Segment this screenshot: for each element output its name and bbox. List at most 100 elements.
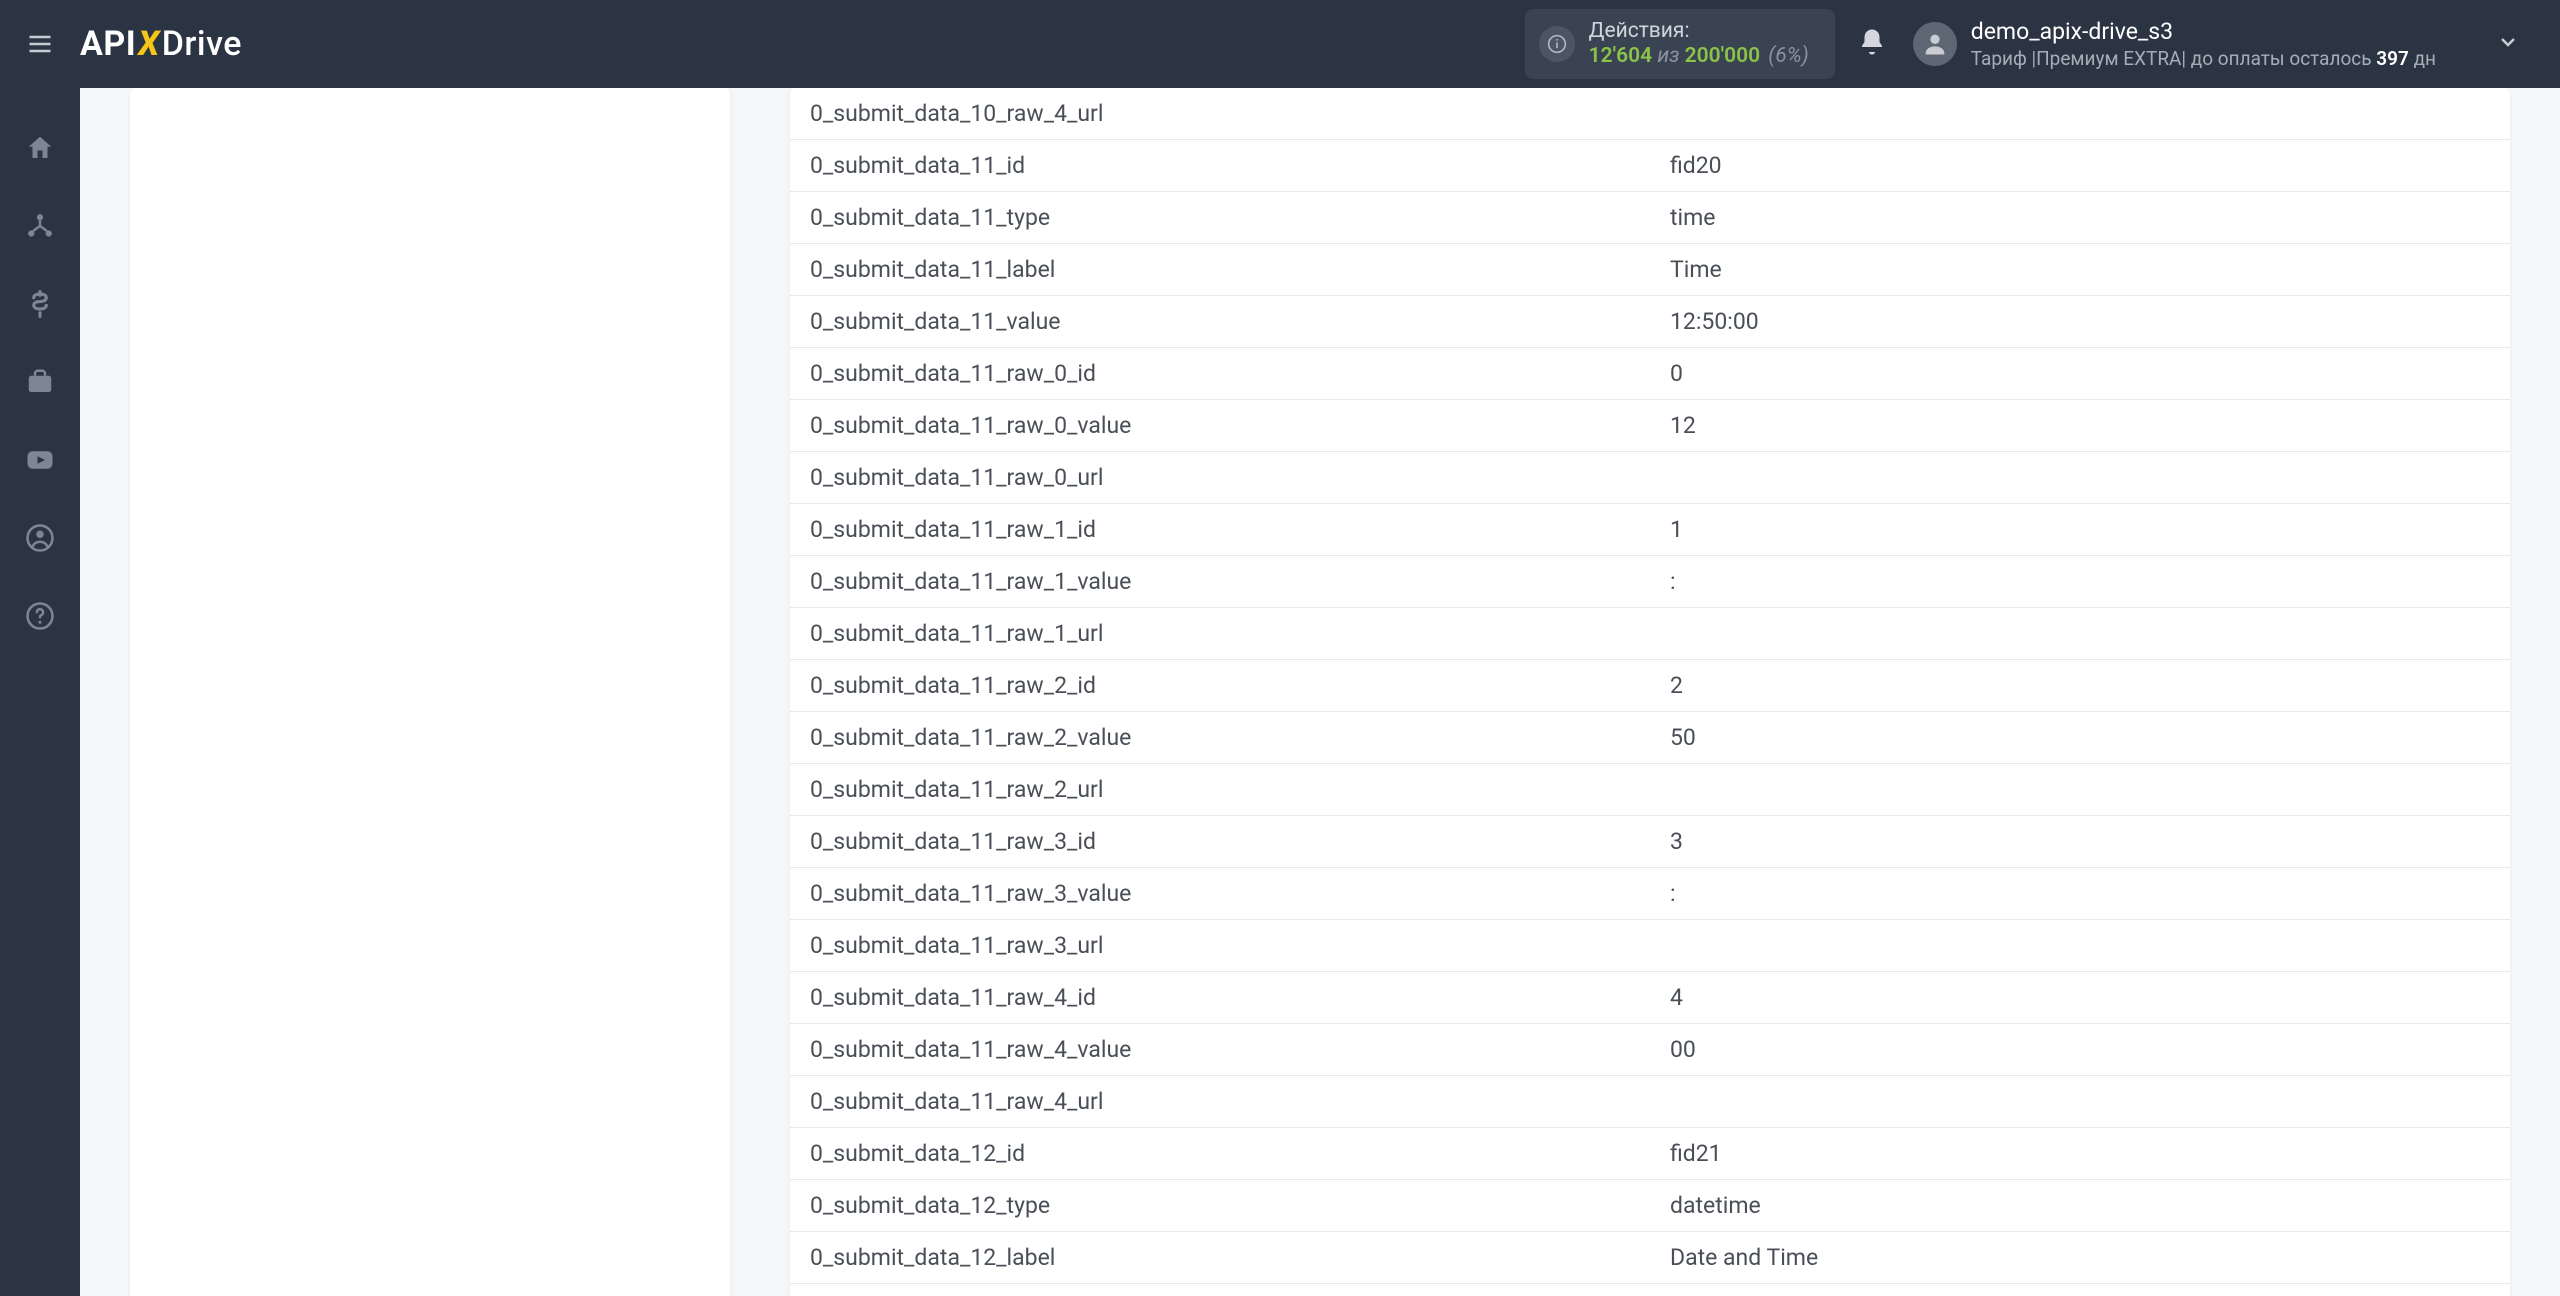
table-row: 0_submit_data_10_raw_4_url — [790, 88, 2510, 140]
table-row: 0_submit_data_11_raw_1_id1 — [790, 504, 2510, 556]
row-value: Date and Time — [1650, 1232, 2510, 1284]
sidebar-item-home[interactable] — [20, 128, 60, 168]
row-value: 50 — [1650, 712, 2510, 764]
row-value: fid21 — [1650, 1128, 2510, 1180]
actions-percent: (6%) — [1768, 44, 1808, 68]
row-value: datetime — [1650, 1180, 2510, 1232]
table-row: 0_submit_data_11_raw_1_url — [790, 608, 2510, 660]
row-value: 0 — [1650, 348, 2510, 400]
table-row: 0_submit_data_11_raw_0_id0 — [790, 348, 2510, 400]
table-row: 0_submit_data_11_idfid20 — [790, 140, 2510, 192]
row-value: 00 — [1650, 1024, 2510, 1076]
row-key: 0_submit_data_11_raw_0_value — [790, 400, 1650, 452]
sidebar-nav — [0, 88, 80, 1296]
row-key: 0_submit_data_11_raw_3_url — [790, 920, 1650, 972]
table-row: 0_submit_data_11_typetime — [790, 192, 2510, 244]
row-key: 0_submit_data_11_raw_0_url — [790, 452, 1650, 504]
info-icon — [1539, 26, 1575, 62]
row-value: : — [1650, 556, 2510, 608]
table-row: 0_submit_data_11_raw_2_id2 — [790, 660, 2510, 712]
row-key: 0_submit_data_11_raw_1_url — [790, 608, 1650, 660]
row-key: 0_submit_data_11_raw_4_value — [790, 1024, 1650, 1076]
actions-total: 200'000 — [1685, 44, 1760, 68]
user-tariff: Тариф |Премиум EXTRA| до оплаты осталось… — [1971, 47, 2436, 71]
actions-counter-box[interactable]: Действия: 12'604 из 200'000 (6%) — [1525, 9, 1835, 79]
sidebar-item-help[interactable] — [20, 596, 60, 636]
table-row: 0_submit_data_12_labelDate and Time — [790, 1232, 2510, 1284]
logo-text-drive: Drive — [162, 24, 242, 64]
sidebar-item-briefcase[interactable] — [20, 362, 60, 402]
user-name: demo_apix-drive_s3 — [1971, 18, 2436, 47]
table-row: 0_submit_data_11_raw_0_value12 — [790, 400, 2510, 452]
table-row: 0_submit_data_11_value12:50:00 — [790, 296, 2510, 348]
row-key: 0_submit_data_11_id — [790, 140, 1650, 192]
app-header: APIXDrive Действия: 12'604 из 200'000 (6… — [0, 0, 2560, 88]
data-table: 0_submit_data_10_raw_4_url0_submit_data_… — [790, 88, 2510, 1296]
logo-text-api: API — [80, 24, 136, 64]
row-value: 4 — [1650, 972, 2510, 1024]
row-value — [1650, 1076, 2510, 1128]
row-value: 3 — [1650, 816, 2510, 868]
row-value — [1650, 920, 2510, 972]
notifications-bell-icon[interactable] — [1857, 27, 1887, 61]
row-value — [1650, 88, 2510, 140]
actions-label: Действия: — [1589, 19, 1809, 44]
user-text: demo_apix-drive_s3 Тариф |Премиум EXTRA|… — [1971, 18, 2436, 71]
table-row: 0_submit_data_12_idfid21 — [790, 1128, 2510, 1180]
left-settings-panel — [130, 88, 730, 1296]
row-value: Time — [1650, 244, 2510, 296]
chevron-down-icon — [2496, 30, 2520, 58]
sidebar-item-connections[interactable] — [20, 206, 60, 246]
table-row: 0_submit_data_12_typedatetime — [790, 1180, 2510, 1232]
row-key: 0_submit_data_11_raw_4_url — [790, 1076, 1650, 1128]
table-row: 0_submit_data_11_raw_2_url — [790, 764, 2510, 816]
table-row: 0_submit_data_11_raw_3_value: — [790, 868, 2510, 920]
sidebar-item-video[interactable] — [20, 440, 60, 480]
tariff-days: 397 — [2376, 47, 2409, 70]
scroll-container[interactable]: 0_submit_data_10_raw_4_url0_submit_data_… — [80, 88, 2560, 1296]
row-key: 0_submit_data_12_type — [790, 1180, 1650, 1232]
row-key: 0_submit_data_12_value — [790, 1284, 1650, 1296]
actions-separator: из — [1657, 44, 1679, 68]
sidebar-item-account[interactable] — [20, 518, 60, 558]
row-value: 12 — [1650, 400, 2510, 452]
row-value — [1650, 608, 2510, 660]
actions-text: Действия: 12'604 из 200'000 (6%) — [1589, 19, 1809, 69]
row-key: 0_submit_data_11_raw_1_id — [790, 504, 1650, 556]
row-key: 0_submit_data_11_value — [790, 296, 1650, 348]
row-value: 1 — [1650, 504, 2510, 556]
row-value: 2 — [1650, 660, 2510, 712]
row-key: 0_submit_data_11_raw_3_value — [790, 868, 1650, 920]
row-key: 0_submit_data_11_raw_3_id — [790, 816, 1650, 868]
table-row: 0_submit_data_11_raw_4_url — [790, 1076, 2510, 1128]
row-key: 0_submit_data_11_raw_1_value — [790, 556, 1650, 608]
row-value: time — [1650, 192, 2510, 244]
avatar-icon — [1913, 22, 1957, 66]
page-inner: 0_submit_data_10_raw_4_url0_submit_data_… — [130, 88, 2510, 1296]
user-menu-button[interactable]: demo_apix-drive_s3 Тариф |Премиум EXTRA|… — [1913, 18, 2560, 71]
row-value — [1650, 452, 2510, 504]
app-logo[interactable]: APIXDrive — [80, 24, 242, 64]
row-key: 0_submit_data_11_label — [790, 244, 1650, 296]
table-row: 0_submit_data_11_raw_2_value50 — [790, 712, 2510, 764]
tariff-prefix: Тариф |Премиум EXTRA| до оплаты осталось — [1971, 47, 2377, 70]
row-key: 0_submit_data_10_raw_4_url — [790, 88, 1650, 140]
row-key: 0_submit_data_11_raw_0_id — [790, 348, 1650, 400]
row-key: 0_submit_data_11_type — [790, 192, 1650, 244]
table-row: 0_submit_data_11_raw_1_value: — [790, 556, 2510, 608]
main-content: 0_submit_data_10_raw_4_url0_submit_data_… — [80, 88, 2560, 1296]
logo-text-x: X — [138, 24, 160, 64]
row-key: 0_submit_data_11_raw_2_id — [790, 660, 1650, 712]
sidebar-item-billing[interactable] — [20, 284, 60, 324]
table-row: 0_submit_data_11_labelTime — [790, 244, 2510, 296]
table-row: 0_submit_data_12_value3/31/2023 9:30:00 — [790, 1284, 2510, 1296]
table-row: 0_submit_data_11_raw_4_value00 — [790, 1024, 2510, 1076]
row-value: 3/31/2023 9:30:00 — [1650, 1284, 2510, 1296]
data-panel: 0_submit_data_10_raw_4_url0_submit_data_… — [790, 88, 2510, 1296]
row-key: 0_submit_data_11_raw_2_value — [790, 712, 1650, 764]
row-key: 0_submit_data_11_raw_2_url — [790, 764, 1650, 816]
table-row: 0_submit_data_11_raw_4_id4 — [790, 972, 2510, 1024]
actions-current: 12'604 — [1589, 44, 1652, 68]
hamburger-menu-button[interactable] — [18, 22, 62, 66]
row-key: 0_submit_data_12_label — [790, 1232, 1650, 1284]
